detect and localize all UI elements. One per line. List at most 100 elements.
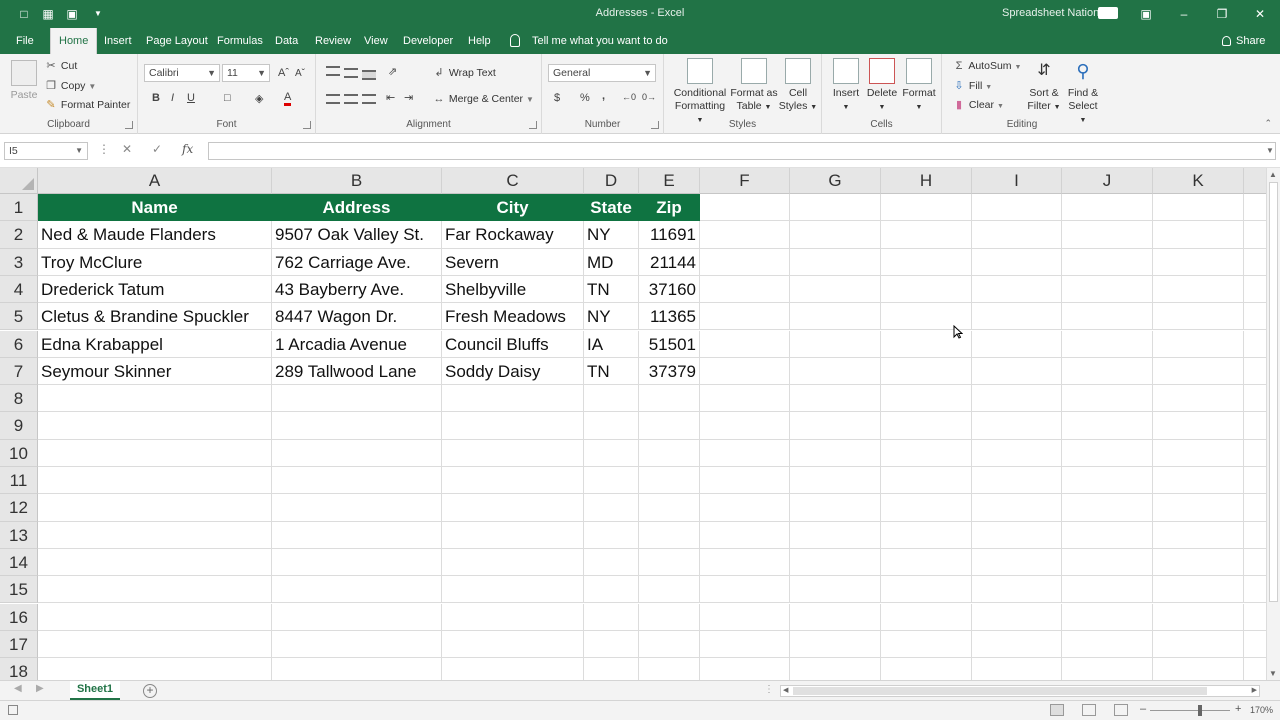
empty-cell-b18[interactable] [272, 658, 442, 680]
row-header-14[interactable]: 14 [0, 548, 38, 577]
row-header-4[interactable]: 4 [0, 275, 38, 304]
empty-cell-f10[interactable] [700, 439, 790, 467]
empty-cell-f4[interactable] [700, 275, 790, 304]
font-color-icon[interactable]: A [284, 91, 292, 106]
empty-cell-g14[interactable] [790, 548, 881, 577]
empty-cell-e10[interactable] [639, 439, 700, 467]
empty-cell-i12[interactable] [972, 494, 1062, 522]
empty-cell-g16[interactable] [790, 603, 881, 631]
format-cells-button[interactable]: Format ▼ [900, 58, 938, 114]
empty-cell-i6[interactable] [972, 330, 1062, 358]
close-icon[interactable]: ✕ [1251, 5, 1269, 23]
empty-cell-i1[interactable] [972, 194, 1062, 222]
empty-cell-i17[interactable] [972, 630, 1062, 659]
empty-cell-k1[interactable] [1153, 194, 1244, 222]
clear-button[interactable]: ▮ Clear ▼ [952, 98, 1004, 114]
empty-cell-e17[interactable] [639, 630, 700, 659]
increase-decimal-icon[interactable]: ←0 [622, 92, 636, 102]
row-header-7[interactable]: 7 [0, 357, 38, 386]
empty-cell-g18[interactable] [790, 658, 881, 680]
empty-cell-b10[interactable] [272, 439, 442, 467]
empty-cell-partial[interactable] [1244, 385, 1266, 413]
scroll-up-icon[interactable]: ▲ [1269, 170, 1277, 179]
table-cell-a7[interactable]: Seymour Skinner [38, 357, 272, 386]
empty-cell-g4[interactable] [790, 275, 881, 304]
empty-cell-i10[interactable] [972, 439, 1062, 467]
zoom-in-icon[interactable]: + [1235, 703, 1241, 715]
header-cell-e1[interactable]: Zip [639, 194, 700, 222]
table-cell-b5[interactable]: 8447 Wagon Dr. [272, 303, 442, 331]
empty-cell-k9[interactable] [1153, 412, 1244, 440]
empty-cell-a17[interactable] [38, 630, 272, 659]
currency-button[interactable]: $ [554, 92, 560, 104]
empty-cell-b9[interactable] [272, 412, 442, 440]
empty-cell-k3[interactable] [1153, 248, 1244, 276]
format-painter-button[interactable]: ✎ Format Painter [44, 98, 130, 112]
empty-cell-partial[interactable] [1244, 249, 1266, 276]
table-cell-e2[interactable]: 11691 [639, 221, 700, 249]
empty-cell-k13[interactable] [1153, 521, 1244, 549]
empty-cell-j6[interactable] [1062, 330, 1153, 358]
autosum-button[interactable]: Σ AutoSum ▼ [952, 59, 1022, 75]
copy-button[interactable]: ❐ Copy ▼ [44, 79, 96, 94]
empty-cell-j11[interactable] [1062, 467, 1153, 495]
empty-cell-c8[interactable] [442, 385, 584, 413]
empty-cell-j1[interactable] [1062, 194, 1153, 222]
empty-cell-a11[interactable] [38, 467, 272, 495]
font-size-select[interactable]: 11 ▼ [222, 64, 270, 82]
empty-cell-k10[interactable] [1153, 439, 1244, 467]
empty-cell-c10[interactable] [442, 439, 584, 467]
empty-cell-i11[interactable] [972, 467, 1062, 495]
empty-cell-d18[interactable] [584, 658, 639, 680]
empty-cell-i9[interactable] [972, 412, 1062, 440]
table-cell-e3[interactable]: 21144 [639, 248, 700, 276]
empty-cell-d9[interactable] [584, 412, 639, 440]
zoom-level[interactable]: 170% [1250, 705, 1273, 715]
number-format-select[interactable]: General ▼ [548, 64, 656, 82]
row-header-2[interactable]: 2 [0, 221, 38, 249]
empty-cell-e18[interactable] [639, 658, 700, 680]
empty-cell-b11[interactable] [272, 467, 442, 495]
empty-cell-k4[interactable] [1153, 275, 1244, 304]
column-header-j[interactable]: J [1062, 168, 1153, 194]
minimize-icon[interactable]: – [1175, 5, 1193, 23]
tab-data[interactable]: Data [267, 28, 306, 54]
align-left-icon[interactable] [326, 94, 340, 104]
empty-cell-partial[interactable] [1244, 221, 1266, 249]
table-cell-b4[interactable]: 43 Bayberry Ave. [272, 275, 442, 304]
empty-cell-j3[interactable] [1062, 248, 1153, 276]
expand-formula-icon[interactable]: ▼ [1266, 146, 1274, 155]
align-right-icon[interactable] [362, 94, 376, 104]
empty-cell-e11[interactable] [639, 467, 700, 495]
row-header-10[interactable]: 10 [0, 439, 38, 467]
table-cell-d4[interactable]: TN [584, 275, 639, 304]
empty-cell-g11[interactable] [790, 467, 881, 495]
empty-cell-j8[interactable] [1062, 385, 1153, 413]
align-center-icon[interactable] [344, 94, 358, 104]
empty-cell-k15[interactable] [1153, 576, 1244, 604]
empty-cell-g6[interactable] [790, 330, 881, 358]
tab-developer[interactable]: Developer [395, 28, 461, 54]
cancel-entry-icon[interactable]: ✕ [122, 142, 132, 156]
table-cell-a3[interactable]: Troy McClure [38, 248, 272, 276]
header-cell-c1[interactable]: City [442, 194, 584, 222]
table-cell-a2[interactable]: Ned & Maude Flanders [38, 221, 272, 249]
header-cell-d1[interactable]: State [584, 194, 639, 222]
empty-cell-h4[interactable] [881, 275, 972, 304]
empty-cell-d13[interactable] [584, 521, 639, 549]
empty-cell-partial[interactable] [1244, 331, 1266, 358]
empty-cell-partial[interactable] [1244, 358, 1266, 386]
empty-cell-h15[interactable] [881, 576, 972, 604]
table-cell-e6[interactable]: 51501 [639, 330, 700, 358]
empty-cell-c18[interactable] [442, 658, 584, 680]
empty-cell-partial[interactable] [1244, 522, 1266, 549]
table-cell-c4[interactable]: Shelbyville [442, 275, 584, 304]
empty-cell-a15[interactable] [38, 576, 272, 604]
empty-cell-f18[interactable] [700, 658, 790, 680]
empty-cell-c9[interactable] [442, 412, 584, 440]
empty-cell-a14[interactable] [38, 548, 272, 577]
insert-function-icon[interactable]: fx [182, 142, 193, 156]
empty-cell-h12[interactable] [881, 494, 972, 522]
empty-cell-partial[interactable] [1244, 440, 1266, 467]
empty-cell-f15[interactable] [700, 576, 790, 604]
